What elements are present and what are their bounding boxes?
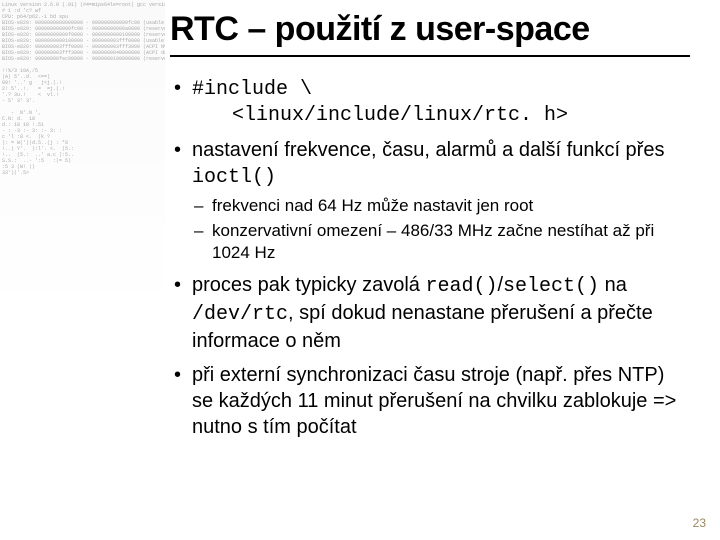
sub-bullet-item: frekvenci nad 64 Hz může nastavit jen ro…	[192, 195, 690, 217]
code: read()	[425, 275, 497, 298]
code: select()	[503, 275, 599, 298]
text: proces pak typicky zavolá	[192, 274, 425, 296]
page-number: 23	[693, 516, 706, 530]
include-line-2: <linux/include/linux/rtc. h>	[192, 103, 690, 129]
slide-body: RTC – použití z user-space #include \ <l…	[0, 0, 720, 540]
text: na	[599, 274, 627, 296]
bullet-list: #include \ <linux/include/linux/rtc. h> …	[170, 75, 690, 440]
slide-title: RTC – použití z user-space	[170, 0, 690, 57]
code: /dev/rtc	[192, 303, 288, 326]
sub-bullet-item: konzervativní omezení – 486/33 MHz začne…	[192, 220, 690, 264]
bullet-item: při externí synchronizaci času stroje (n…	[170, 362, 690, 440]
sub-bullet-list: frekvenci nad 64 Hz může nastavit jen ro…	[192, 195, 690, 264]
code: ioctl()	[192, 166, 276, 189]
include-line-1: #include \	[192, 78, 312, 101]
bullet-item: #include \ <linux/include/linux/rtc. h>	[170, 75, 690, 129]
bullet-item: proces pak typicky zavolá read()/select(…	[170, 272, 690, 354]
text: nastavení frekvence, času, alarmů a dalš…	[192, 139, 664, 161]
bullet-item: nastavení frekvence, času, alarmů a dalš…	[170, 137, 690, 264]
